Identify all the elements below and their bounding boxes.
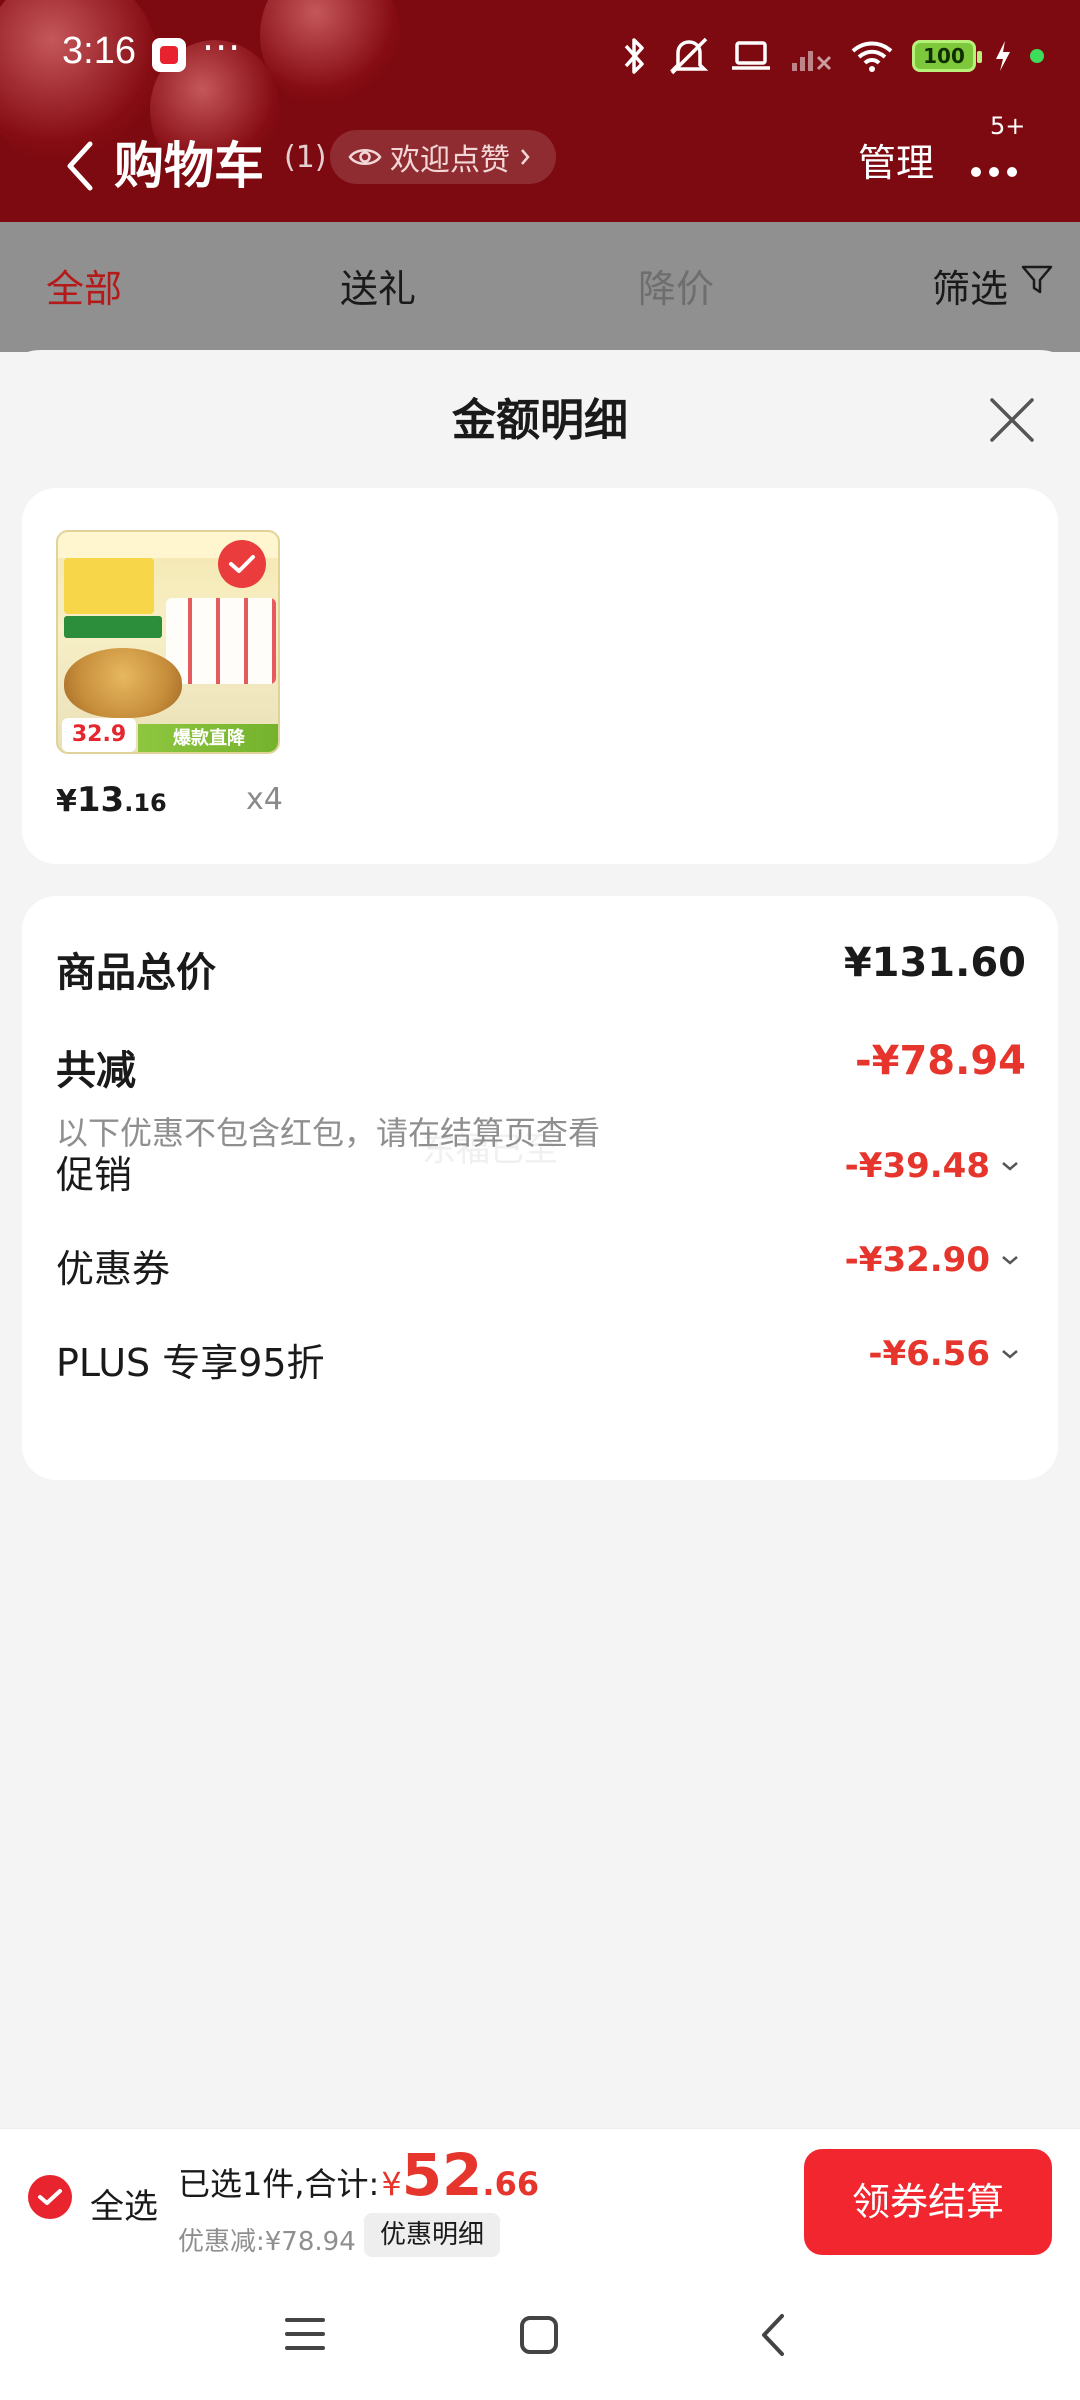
- promotion-value: -¥39.48: [844, 1146, 990, 1186]
- total-dec: .66: [482, 2165, 540, 2203]
- more-menu-icon[interactable]: [966, 142, 1038, 182]
- total-price-label: 商品总价: [56, 950, 216, 996]
- promotion-row[interactable]: -¥39.48: [845, 1146, 1020, 1186]
- chevron-down-icon: [1002, 1256, 1018, 1265]
- like-pill-label: 欢迎点赞: [390, 143, 510, 178]
- checkout-bar: 全选 已选1件,合计: ¥ 52 .66 优惠减:¥78.94 优惠明细 领券结…: [0, 2128, 1080, 2268]
- product-selected-check-icon[interactable]: [218, 540, 266, 588]
- tab-price-drop[interactable]: 降价: [638, 258, 714, 313]
- battery-indicator: 100: [912, 40, 982, 72]
- wifi-icon: [851, 41, 893, 72]
- back-arrow-icon[interactable]: [58, 136, 102, 196]
- recent-apps-icon[interactable]: [284, 2314, 326, 2354]
- system-nav-bar: [0, 2268, 1080, 2400]
- thumb-ribbon: 爆款直降: [138, 724, 278, 752]
- eye-icon: [348, 149, 382, 165]
- select-all-checkbox[interactable]: [28, 2175, 72, 2219]
- laptop-icon: [732, 41, 770, 70]
- total-currency: ¥: [381, 2165, 402, 2203]
- total-int: 52: [401, 2141, 483, 2209]
- signal-off-icon: [792, 51, 832, 71]
- filter-button[interactable]: 筛选: [932, 258, 1008, 313]
- discount-label: 共减: [56, 1048, 136, 1094]
- sheet-title: 金额明细: [452, 395, 628, 446]
- discount-note: 以下优惠不包含红包，请在结算页查看: [56, 1114, 601, 1152]
- product-card: 32.9 爆款直降 ¥13.16 x4: [22, 488, 1058, 864]
- amount-detail-sheet: 金额明细 32.9 爆款直降 ¥13.16 x4 商品总价 ¥131.60 共减…: [0, 350, 1080, 2130]
- manage-button[interactable]: 管理: [858, 132, 934, 187]
- mute-bell-icon: [669, 37, 709, 75]
- thumb-price: 32.9: [62, 718, 136, 752]
- page-title: 购物车: [114, 137, 264, 195]
- discount-summary: 优惠减:¥78.94: [178, 2227, 356, 2257]
- unit-price: ¥13.16: [56, 780, 167, 820]
- plus-discount-value: -¥6.56: [868, 1334, 990, 1374]
- coupon-value: -¥32.90: [844, 1240, 990, 1280]
- tab-gift[interactable]: 送礼: [340, 258, 416, 313]
- status-icons: 100: [622, 28, 1044, 84]
- coupon-label: 优惠券: [56, 1247, 171, 1291]
- plus-discount-row[interactable]: -¥6.56: [868, 1334, 1020, 1374]
- bluetooth-icon: [624, 38, 644, 74]
- charging-icon: [996, 41, 1010, 71]
- more-notifications-icon: ···: [202, 26, 242, 70]
- like-pill-button[interactable]: 欢迎点赞: [330, 130, 556, 184]
- price-breakdown-card: 商品总价 ¥131.60 共减 -¥78.94 东福已至 以下优惠不包含红包，请…: [22, 896, 1058, 1480]
- privacy-indicator-dot: [1030, 49, 1044, 63]
- promotion-label: 促销: [56, 1153, 133, 1197]
- chevron-right-icon: [521, 149, 530, 165]
- tab-all[interactable]: 全部: [46, 258, 122, 313]
- system-back-icon[interactable]: [758, 2312, 788, 2358]
- notification-app-icon: [152, 38, 186, 72]
- cart-count: (1): [284, 140, 327, 175]
- chevron-down-icon: [1002, 1350, 1018, 1359]
- checkout-button[interactable]: 领券结算: [804, 2149, 1052, 2255]
- selected-total: 已选1件,合计: ¥ 52 .66: [178, 2141, 539, 2209]
- discount-value: -¥78.94: [855, 1038, 1026, 1084]
- filter-icon[interactable]: [1020, 262, 1054, 296]
- status-time: 3:16: [62, 30, 136, 72]
- status-bar: 3:16 ··· 100: [0, 0, 1080, 112]
- select-all-label[interactable]: 全选: [90, 2179, 158, 2228]
- discount-detail-button[interactable]: 优惠明细: [364, 2213, 501, 2257]
- plus-discount-label: PLUS 专享95折: [56, 1341, 325, 1385]
- total-price-value: ¥131.60: [843, 940, 1026, 986]
- nav-bar: 购物车 (1) 欢迎点赞 管理 5+: [0, 112, 1080, 222]
- home-icon[interactable]: [518, 2314, 560, 2356]
- coupon-row[interactable]: -¥32.90: [845, 1240, 1020, 1280]
- chevron-down-icon: [1002, 1162, 1018, 1171]
- close-icon[interactable]: [984, 392, 1040, 448]
- more-badge: 5+: [990, 112, 1026, 140]
- header: 3:16 ··· 100 购物车 (1) 欢迎点赞 管理 5+: [0, 0, 1080, 222]
- selected-text: 已选1件,合计:: [178, 2165, 380, 2203]
- quantity: x4: [246, 782, 283, 817]
- cart-tabs: 全部 送礼 降价 筛选: [0, 222, 1080, 352]
